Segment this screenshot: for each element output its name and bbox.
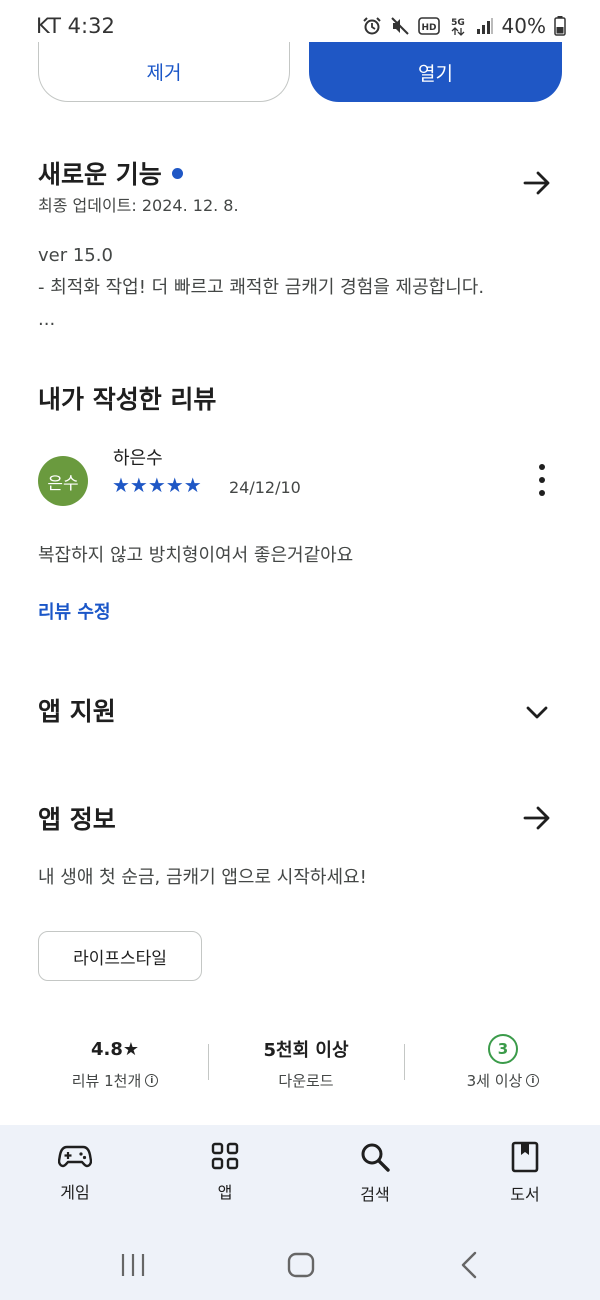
book-icon <box>511 1141 539 1173</box>
stat-divider <box>404 1044 405 1080</box>
info-icon: i <box>526 1074 540 1087</box>
carrier-time: KT 4:32 <box>36 14 115 38</box>
signal-icon <box>476 18 493 34</box>
reviewer-name: 하은수 <box>113 448 163 469</box>
open-button[interactable]: 열기 <box>309 42 562 102</box>
battery-icon <box>554 16 566 36</box>
bottom-nav: 게임 앱 검색 도서 <box>0 1125 600 1230</box>
last-updated: 최종 업데이트: 2024. 12. 8. <box>38 196 239 215</box>
rating-stat[interactable]: 4.8★ 리뷰 1천개 i <box>20 1034 210 1091</box>
mute-icon <box>390 17 409 35</box>
more-options-icon[interactable] <box>534 464 550 496</box>
review-text: 복잡하지 않고 방치형이여서 좋은거같아요 <box>38 545 354 566</box>
svg-text:HD: HD <box>421 23 436 33</box>
5g-icon: 5G <box>451 18 465 36</box>
status-icons: HD 5G 40% <box>362 14 566 38</box>
nav-label-search: 검색 <box>360 1185 390 1204</box>
new-indicator-dot <box>171 167 183 179</box>
edit-review-link[interactable]: 리뷰 수정 <box>38 598 111 624</box>
category-chip[interactable]: 라이프스타일 <box>38 931 202 981</box>
downloads-label: 다운로드 <box>278 1072 334 1090</box>
my-review-title: 내가 작성한 리뷰 <box>38 385 217 414</box>
nav-label-apps: 앱 <box>217 1183 233 1202</box>
version-text: ver 15.0 <box>38 245 113 266</box>
nav-item-search[interactable]: 검색 <box>325 1141 425 1205</box>
nav-item-books[interactable]: 도서 <box>475 1141 575 1205</box>
search-icon <box>361 1143 390 1172</box>
star-icons: ★★★★★ <box>112 473 202 497</box>
remove-button[interactable]: 제거 <box>38 42 290 102</box>
age-rating-stat[interactable]: 3 3세 이상 i <box>408 1034 598 1091</box>
nav-label-games: 게임 <box>60 1183 90 1202</box>
gamepad-icon <box>58 1145 92 1168</box>
chevron-down-icon[interactable] <box>520 695 554 729</box>
star-rating: ★★★★★ <box>112 474 202 496</box>
age-rating-label: 3세 이상 <box>466 1072 523 1090</box>
avatar: 은수 <box>38 456 88 506</box>
whats-new-arrow-icon[interactable] <box>520 166 554 200</box>
app-info-arrow-icon[interactable] <box>520 801 554 835</box>
back-icon[interactable] <box>455 1250 485 1280</box>
alarm-icon <box>362 17 381 35</box>
changelog-line: - 최적화 작업! 더 빠르고 쾌적한 금캐기 경험을 제공합니다. <box>38 277 485 298</box>
info-icon: i <box>145 1074 159 1087</box>
whats-new-header[interactable]: 새로운 기능 <box>38 155 183 191</box>
downloads-stat: 5천회 이상 다운로드 <box>211 1034 401 1091</box>
downloads-value: 5천회 이상 <box>263 1040 349 1061</box>
apps-grid-icon <box>211 1142 239 1170</box>
age-rating-badge: 3 <box>488 1034 518 1064</box>
app-support-title[interactable]: 앱 지원 <box>38 692 116 728</box>
nav-item-games[interactable]: 게임 <box>25 1141 125 1203</box>
whats-new-title: 새로운 기능 <box>38 160 162 189</box>
nav-label-books: 도서 <box>510 1185 540 1204</box>
app-info-title[interactable]: 앱 정보 <box>38 800 116 836</box>
svg-text:5G: 5G <box>451 18 465 28</box>
rating-value: 4.8★ <box>90 1038 140 1060</box>
rating-label: 리뷰 1천개 <box>71 1072 142 1090</box>
recent-apps-icon[interactable] <box>118 1250 148 1280</box>
changelog-ellipsis: ... <box>38 309 56 330</box>
review-date: 24/12/10 <box>229 478 301 497</box>
stat-divider <box>208 1044 209 1080</box>
nav-item-apps[interactable]: 앱 <box>175 1141 275 1203</box>
app-description: 내 생애 첫 순금, 금캐기 앱으로 시작하세요! <box>38 867 367 888</box>
system-nav-bar <box>0 1230 600 1300</box>
battery-percent: 40% <box>501 14 546 38</box>
home-icon[interactable] <box>286 1250 316 1280</box>
hd-icon: HD <box>417 17 440 35</box>
